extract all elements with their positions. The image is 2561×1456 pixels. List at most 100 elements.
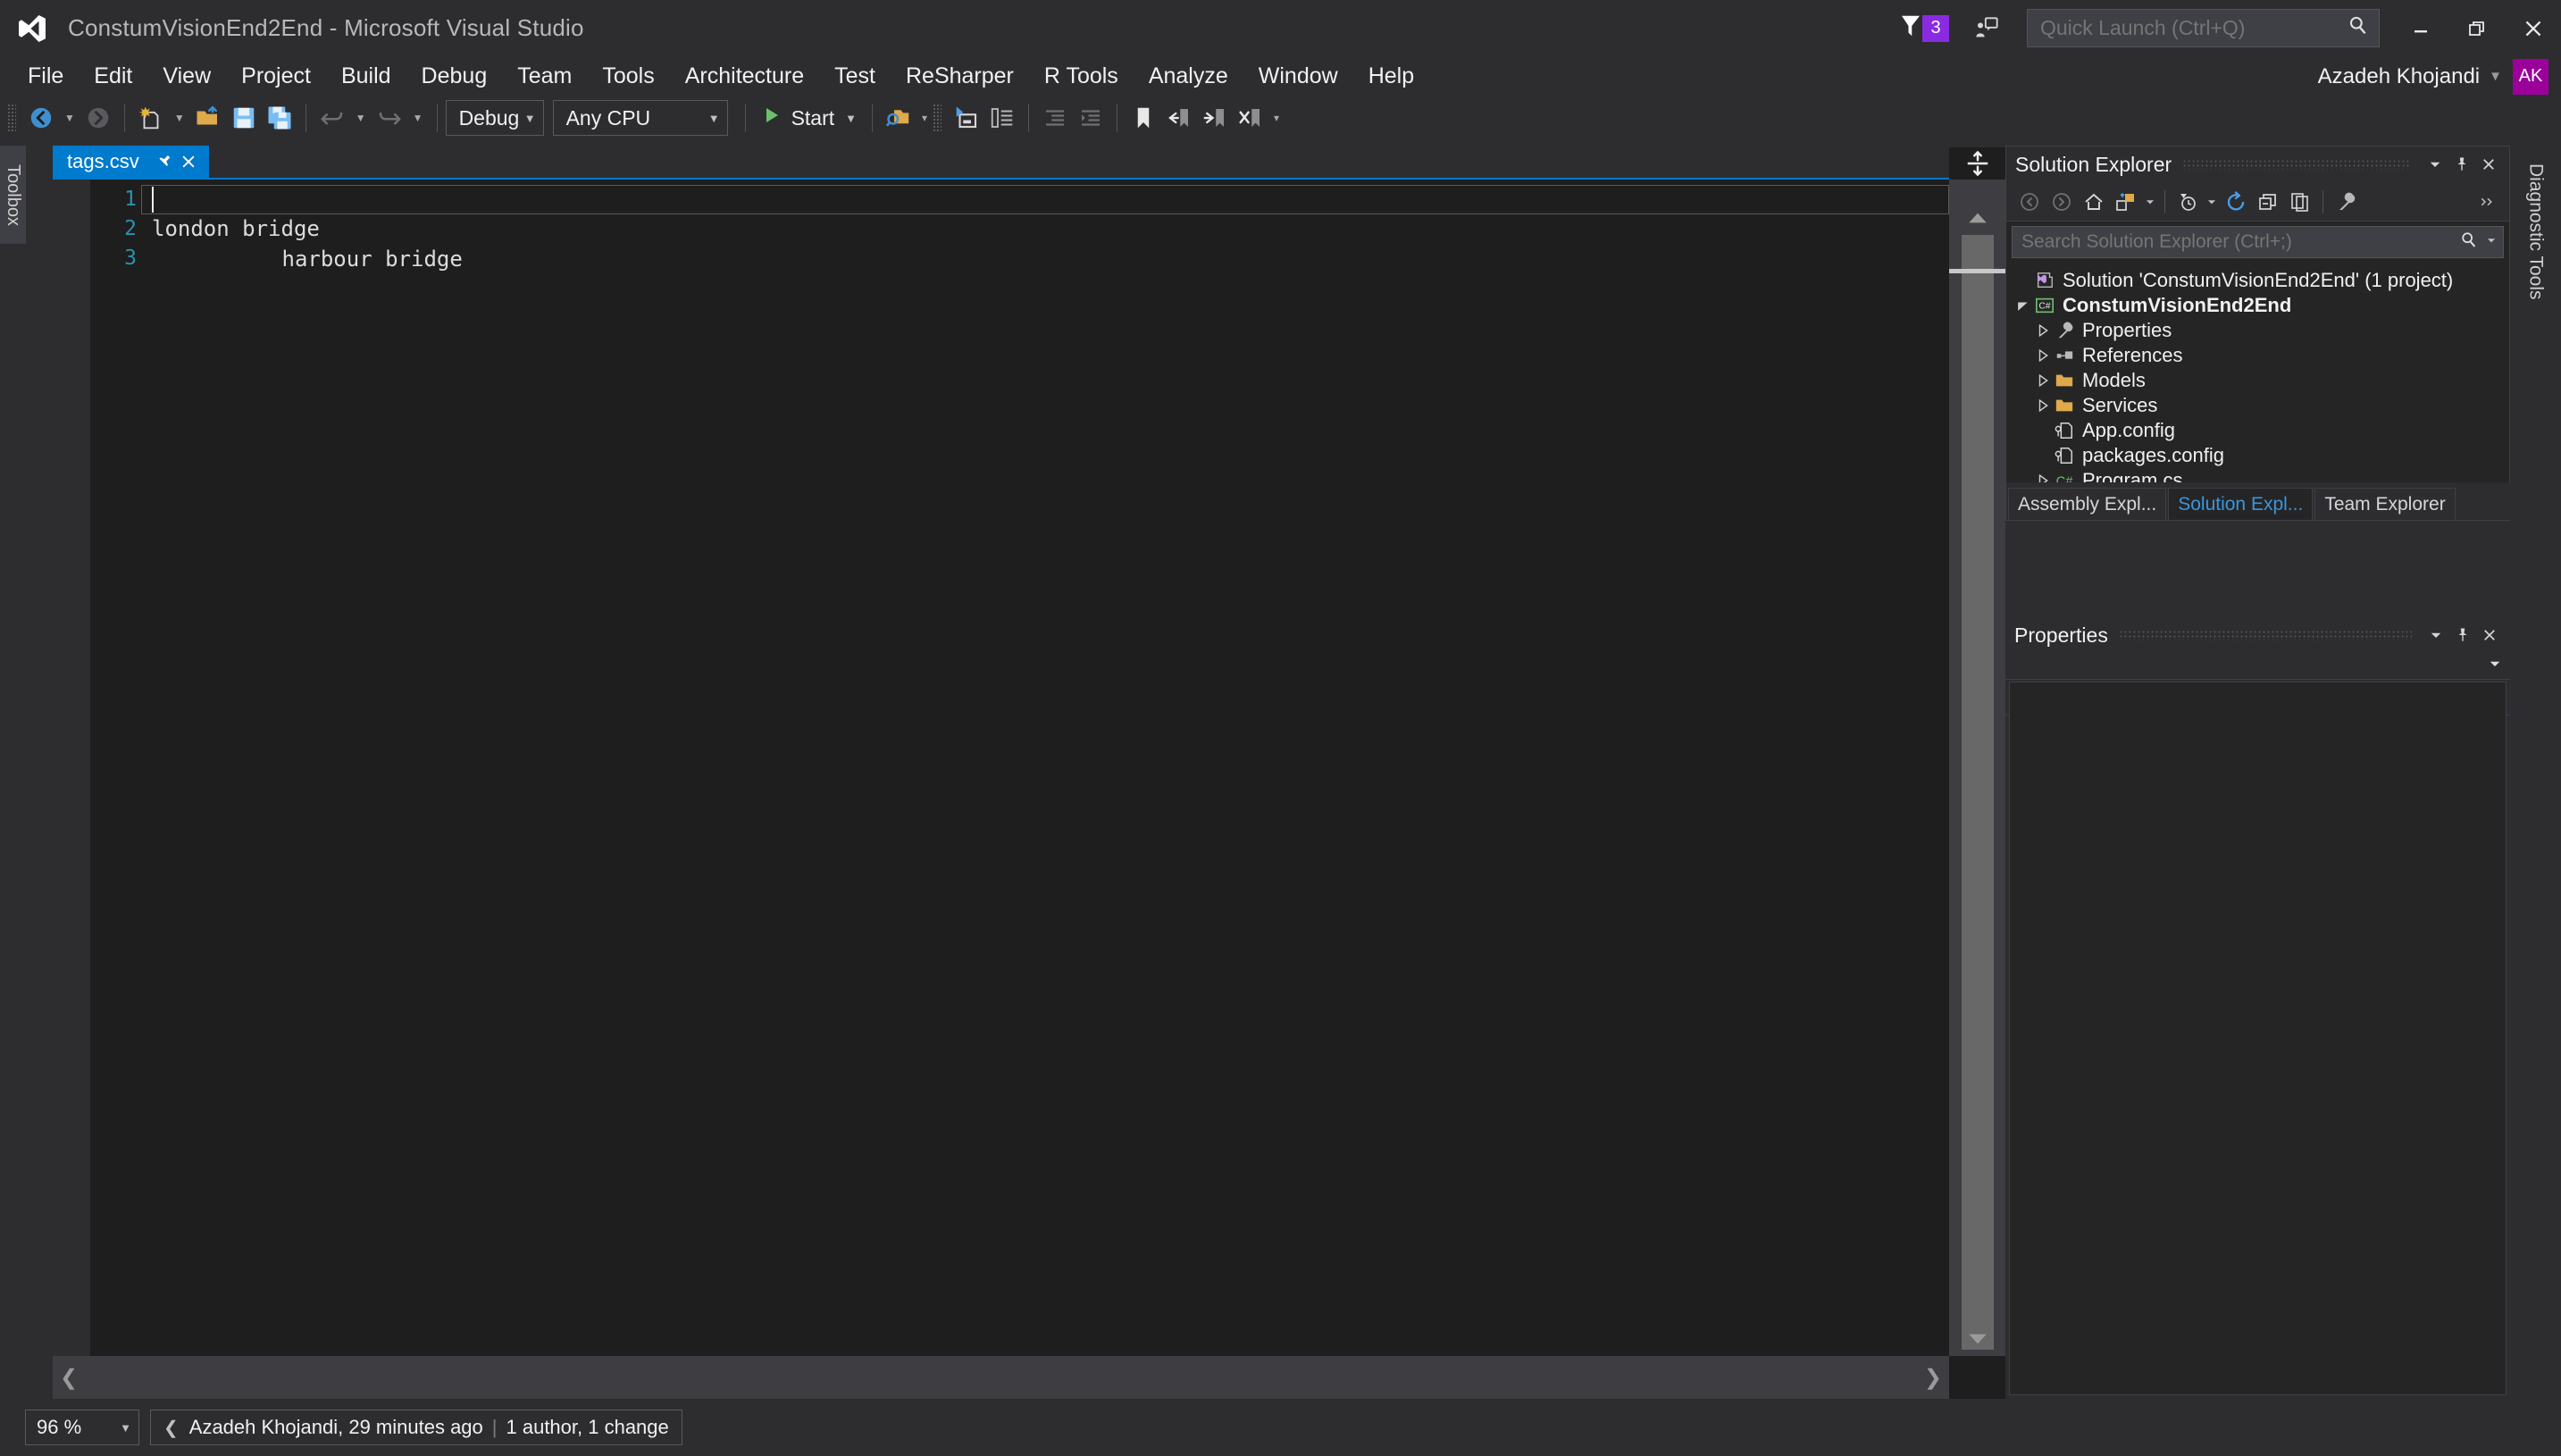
toolbar-overflow-icon[interactable]: ▾ [1268,112,1285,124]
minimize-button[interactable] [2392,0,2448,56]
navigate-backward-icon[interactable] [23,100,59,136]
panel-drag-handle[interactable] [2182,159,2411,170]
tree-item-packages-config[interactable]: packages.config [2006,443,2509,468]
collapse-all-icon[interactable] [2252,186,2284,218]
toolbox-tab[interactable]: Toolbox [0,146,26,244]
solution-explorer-search-box[interactable] [2012,226,2504,258]
tree-expander-expanded[interactable] [2013,299,2033,312]
properties-window-icon[interactable] [984,100,1020,136]
menu-item-edit[interactable]: Edit [79,58,147,95]
diagnostic-tools-tab[interactable]: Diagnostic Tools [2510,146,2561,317]
undo-caret-icon[interactable]: ▼ [350,112,372,124]
increase-indent-icon[interactable] [1073,100,1109,136]
find-in-files-icon[interactable] [881,100,916,136]
menu-item-team[interactable]: Team [502,58,587,95]
properties-wrench-icon[interactable] [2330,186,2362,218]
scroll-up-button[interactable] [1949,205,2005,231]
zoom-level-combo[interactable]: 96 % ▼ [25,1410,139,1445]
code-lens-blame-bar[interactable]: ❮ Azadeh Khojandi, 29 minutes ago | 1 au… [150,1410,682,1445]
menu-item-analyze[interactable]: Analyze [1134,58,1243,95]
home-icon[interactable] [2078,186,2110,218]
tree-item-references[interactable]: References [2006,343,2509,368]
toolbar-grip[interactable] [933,104,942,132]
menu-item-tools[interactable]: Tools [587,58,669,95]
redo-caret-icon[interactable]: ▼ [407,112,429,124]
sync-active-document-icon[interactable] [2110,186,2142,218]
chevron-left-icon[interactable]: ❮ [163,1417,179,1439]
properties-grid[interactable] [2009,682,2507,1395]
tab-solution-explorer[interactable]: Solution Expl... [2168,488,2313,520]
panel-drag-handle[interactable] [2119,630,2412,640]
code-line[interactable]: london bridge [142,214,1949,244]
chevron-down-icon[interactable]: ▼ [2489,69,2502,84]
menu-item-build[interactable]: Build [326,58,406,95]
decrease-indent-icon[interactable] [1037,100,1073,136]
menu-item-view[interactable]: View [147,58,226,95]
menu-item-resharper[interactable]: ReSharper [891,58,1029,95]
tree-expander-collapsed[interactable] [2033,349,2053,362]
solution-configuration-combo[interactable]: Debug ▼ [446,100,544,136]
split-view-button[interactable] [1949,147,2005,180]
start-debug-button[interactable]: Start ▼ [754,100,864,136]
new-project-caret-icon[interactable]: ▼ [169,112,190,124]
menu-item-project[interactable]: Project [226,58,326,95]
menu-item-architecture[interactable]: Architecture [670,58,819,95]
pin-icon[interactable] [154,148,177,175]
save-icon[interactable] [226,100,262,136]
menu-item-debug[interactable]: Debug [406,58,503,95]
bookmark-icon[interactable] [1126,100,1161,136]
document-tab-tags-csv[interactable]: tags.csv [53,146,209,178]
tab-team-explorer[interactable]: Team Explorer [2314,488,2455,520]
chevron-down-icon[interactable] [2487,656,2503,676]
scroll-down-button[interactable] [1949,1326,2005,1352]
tab-assembly-explorer[interactable]: Assembly Expl... [2008,488,2166,520]
tree-expander-collapsed[interactable] [2033,399,2053,412]
tree-item-models[interactable]: Models [2006,368,2509,393]
pending-changes-filter-icon[interactable] [2172,186,2204,218]
scroll-right-icon[interactable]: ❯ [1924,1365,1942,1391]
properties-object-selector[interactable] [2005,653,2510,680]
previous-bookmark-icon[interactable] [1161,100,1197,136]
show-all-files-icon[interactable] [2284,186,2316,218]
chevron-down-icon[interactable] [2485,234,2498,251]
solution-platform-combo[interactable]: Any CPU ▼ [553,100,728,136]
chevron-down-icon[interactable]: ▼ [845,112,857,125]
chevron-down-icon[interactable] [2423,622,2449,649]
navigate-backward-icon[interactable] [2013,186,2046,218]
avatar[interactable]: AK [2513,59,2548,95]
toolbar-overflow-icon[interactable] [2472,186,2504,218]
scrollbar-thumb[interactable] [1962,235,1994,1350]
send-feedback-icon[interactable] [1958,0,2014,56]
redo-icon[interactable] [372,100,407,136]
editor-horizontal-scrollbar[interactable]: ❮ ❯ [53,1356,1949,1399]
toolbar-grip[interactable] [7,104,16,132]
chevron-down-icon[interactable] [2422,151,2448,178]
new-window-icon[interactable] [949,100,984,136]
tree-item-services[interactable]: Services [2006,393,2509,418]
restore-button[interactable] [2448,0,2505,56]
close-icon[interactable] [177,148,200,175]
refresh-icon[interactable] [2220,186,2252,218]
next-bookmark-icon[interactable] [1197,100,1233,136]
quick-launch-box[interactable] [2027,9,2380,47]
solution-tree[interactable]: Solution 'ConstumVisionEnd2End' (1 proje… [2006,263,2509,520]
find-overflow-icon[interactable]: ▾ [916,112,933,124]
clear-bookmarks-icon[interactable] [1233,100,1268,136]
menu-item-file[interactable]: File [13,58,79,95]
editor-vertical-scrollbar[interactable] [1949,180,2005,1356]
scroll-left-icon[interactable]: ❮ [60,1365,78,1391]
menu-item-help[interactable]: Help [1353,58,1429,95]
navigate-forward-icon[interactable] [80,100,116,136]
quick-launch-input[interactable] [2040,16,2347,40]
menu-item-r-tools[interactable]: R Tools [1029,58,1134,95]
undo-icon[interactable] [314,100,350,136]
menu-item-test[interactable]: Test [819,58,891,95]
close-button[interactable] [2505,0,2561,56]
tree-item-app-config[interactable]: App.config [2006,418,2509,443]
new-project-icon[interactable] [133,100,169,136]
code-text-area[interactable]: harbour bridge london bridge [142,180,1949,1356]
tree-expander-collapsed[interactable] [2033,374,2053,387]
navigate-forward-icon[interactable] [2046,186,2078,218]
indicator-margin[interactable] [53,180,90,1356]
close-icon[interactable] [2476,622,2503,649]
